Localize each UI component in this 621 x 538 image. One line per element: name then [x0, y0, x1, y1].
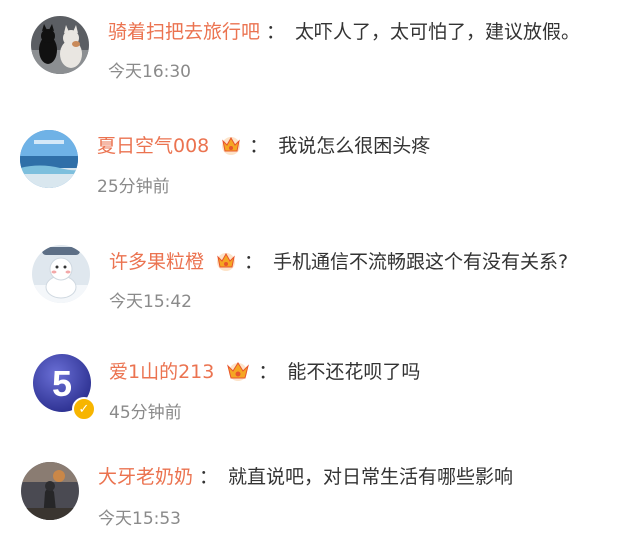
comment-line: 许多果粒橙 ： 手机通信不流畅跟这个有没有关系? [109, 245, 568, 275]
colon-separator: ： [199, 465, 219, 488]
username-link[interactable]: 大牙老奶奶 [98, 462, 193, 489]
crown-icon [222, 136, 241, 155]
colon-separator: ： [249, 134, 269, 157]
avatar[interactable] [21, 462, 79, 520]
comment-line: 大牙老奶奶 ： 就直说吧，对日常生活有哪些影响 [98, 460, 513, 490]
crown-icon [227, 362, 250, 381]
comment-list: 骑着扫把去旅行吧 ： 太吓人了，太可怕了，建议放假。 今天16:30 夏日空气0… [0, 0, 621, 538]
colon-separator: ： [266, 20, 286, 43]
comment-line: 夏日空气008 ： 我说怎么很困头疼 [97, 129, 430, 159]
verified-badge-icon: ✓ [72, 397, 96, 421]
avatar[interactable] [31, 16, 89, 74]
comment-time: 今天15:42 [109, 292, 192, 312]
comment-time: 25分钟前 [97, 177, 170, 197]
username-link[interactable]: 爱1山的213 [109, 357, 214, 384]
comment-text: 手机通信不流畅跟这个有没有关系? [273, 250, 569, 273]
avatar[interactable] [32, 245, 90, 303]
username-link[interactable]: 夏日空气008 [97, 131, 209, 158]
comment-time: 今天15:53 [98, 509, 181, 529]
avatar-label: 5 [52, 363, 72, 404]
comment-text: 太吓人了，太可怕了，建议放假。 [295, 20, 581, 43]
comment-time: 今天16:30 [108, 62, 191, 82]
colon-separator: ： [244, 250, 264, 273]
comment-time: 45分钟前 [109, 403, 182, 423]
comment-text: 我说怎么很困头疼 [278, 134, 431, 157]
username-link[interactable]: 许多果粒橙 [109, 247, 204, 274]
crown-icon [217, 252, 236, 271]
colon-separator: ： [258, 360, 278, 383]
username-link[interactable]: 骑着扫把去旅行吧 [108, 17, 260, 44]
comment-text: 能不还花呗了吗 [287, 360, 421, 383]
comment-line: 骑着扫把去旅行吧 ： 太吓人了，太可怕了，建议放假。 [108, 15, 580, 45]
avatar[interactable] [20, 130, 78, 188]
comment-line: 爱1山的213 ： 能不还花呗了吗 [109, 355, 420, 385]
comment-text: 就直说吧，对日常生活有哪些影响 [228, 465, 514, 488]
